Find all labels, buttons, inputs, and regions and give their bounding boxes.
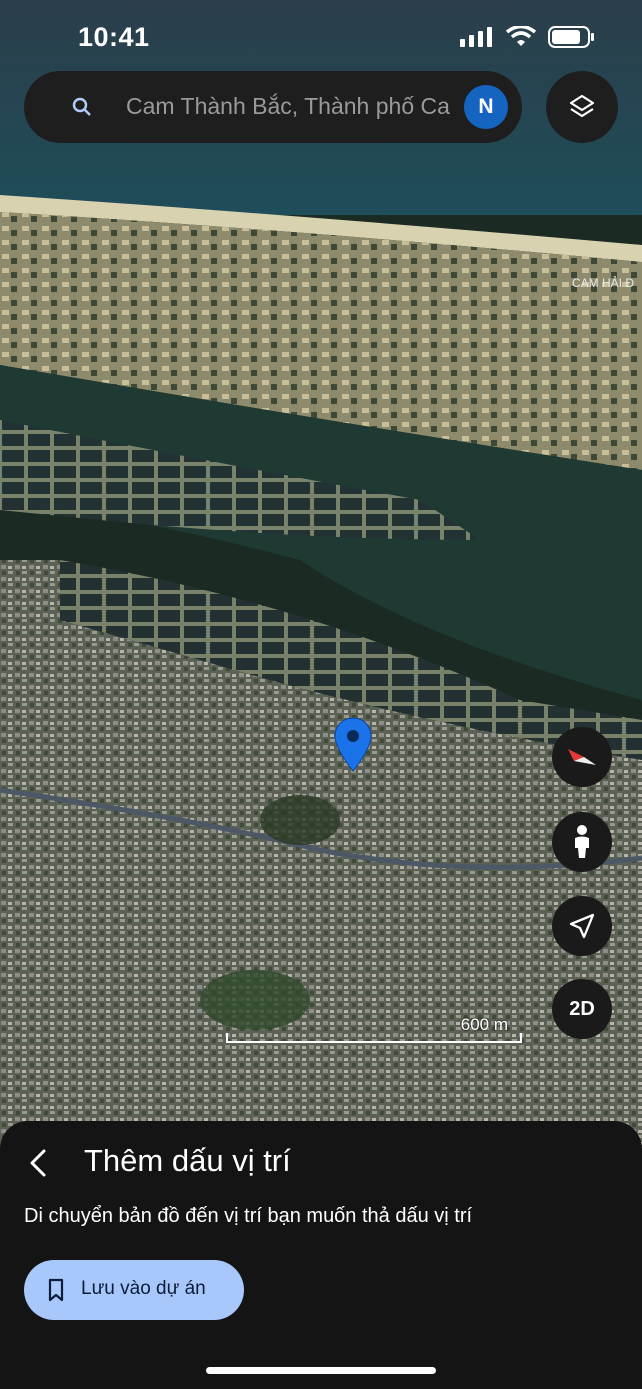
search-icon — [72, 97, 91, 116]
battery-icon — [548, 26, 594, 48]
search-bar[interactable]: Cam Thành Bắc, Thành phố Ca — [24, 71, 522, 143]
search-input[interactable]: Cam Thành Bắc, Thành phố Ca — [126, 93, 478, 120]
scale-bar: 600 m — [226, 1015, 522, 1045]
bookmark-icon — [48, 1278, 64, 1302]
status-time: 10:41 — [78, 22, 150, 52]
add-placemark-sheet: Thêm dấu vị trí Di chuyển bản đồ đến vị … — [0, 1121, 642, 1389]
scale-line — [226, 1033, 522, 1043]
scale-label: 600 m — [460, 1015, 508, 1034]
layers-icon — [569, 94, 595, 118]
save-to-project-button[interactable]: Lưu vào dự án — [24, 1260, 244, 1320]
back-arrow-icon[interactable] — [22, 1145, 58, 1181]
layers-button[interactable] — [546, 71, 618, 143]
compass-icon — [568, 749, 596, 765]
home-indicator[interactable] — [206, 1367, 436, 1374]
save-button-label: Lưu vào dự án — [81, 1278, 206, 1299]
compass-button[interactable] — [552, 727, 612, 787]
avatar[interactable]: N — [464, 85, 508, 129]
wifi-icon — [506, 26, 536, 46]
my-location-button[interactable] — [552, 896, 612, 956]
sheet-description: Di chuyển bản đồ đến vị trí bạn muốn thả… — [24, 1205, 473, 1227]
status-icons — [460, 26, 594, 48]
status-bar: 10:41 — [0, 0, 642, 70]
street-view-icon — [575, 825, 589, 858]
location-arrow-icon — [569, 913, 595, 939]
place-label: CAM HẢI Đ — [572, 275, 634, 290]
street-view-button[interactable] — [552, 812, 612, 872]
signal-icon — [460, 27, 492, 47]
sheet-title: Thêm dấu vị trí — [84, 1143, 291, 1178]
view-mode-label: 2D — [569, 997, 595, 1020]
view-mode-2d-button[interactable]: 2D — [552, 979, 612, 1039]
map-pin-icon[interactable] — [332, 717, 374, 773]
